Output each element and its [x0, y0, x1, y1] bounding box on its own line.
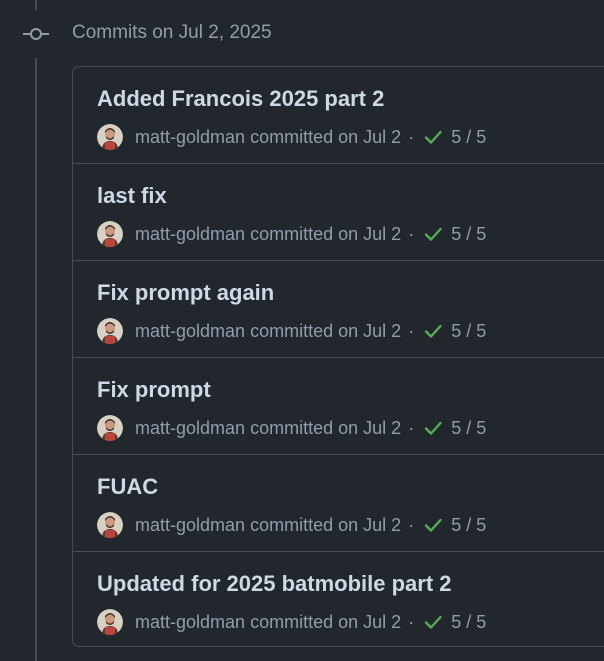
commit-title-link[interactable]: last fix	[97, 183, 167, 209]
commit-group-header: Commits on Jul 2, 2025	[72, 22, 272, 43]
commit-meta: matt-goldman committed on Jul 2 · 5 / 5	[97, 512, 486, 538]
timeline-line	[35, 58, 37, 661]
user-avatar-icon	[97, 609, 123, 635]
commit-action-text: committed	[250, 417, 334, 438]
check-icon[interactable]	[423, 224, 443, 244]
avatar[interactable]	[97, 415, 123, 441]
commit-title-link[interactable]: Added Francois 2025 part 2	[97, 86, 384, 112]
user-avatar-icon	[97, 124, 123, 150]
user-avatar-icon	[97, 221, 123, 247]
commit-author-link[interactable]: matt-goldman	[135, 127, 245, 148]
commit-date: on Jul 2	[338, 126, 402, 147]
checks-status-count[interactable]: 5 / 5	[451, 321, 486, 342]
commit-author-link[interactable]: matt-goldman	[135, 321, 245, 342]
commit-action-text: committed	[250, 514, 334, 535]
commit-row: Added Francois 2025 part 2 matt-goldman …	[73, 67, 604, 164]
commit-action-text: committed	[250, 126, 334, 147]
user-avatar-icon	[97, 512, 123, 538]
avatar[interactable]	[97, 124, 123, 150]
commit-date: on Jul 2	[338, 514, 402, 535]
user-avatar-icon	[97, 318, 123, 344]
commit-meta: matt-goldman committed on Jul 2 · 5 / 5	[97, 318, 486, 344]
avatar[interactable]	[97, 318, 123, 344]
meta-separator: ·	[408, 126, 415, 147]
check-icon[interactable]	[423, 418, 443, 438]
commit-title-link[interactable]: Fix prompt again	[97, 280, 274, 306]
commits-page: Commits on Jul 2, 2025 Added Francois 20…	[0, 0, 604, 661]
check-icon[interactable]	[423, 612, 443, 632]
check-icon[interactable]	[423, 321, 443, 341]
checks-status-count[interactable]: 5 / 5	[451, 418, 486, 439]
checks-status-count[interactable]: 5 / 5	[451, 612, 486, 633]
commit-title-link[interactable]: Fix prompt	[97, 377, 211, 403]
commit-meta: matt-goldman committed on Jul 2 · 5 / 5	[97, 609, 486, 635]
commit-author-link[interactable]: matt-goldman	[135, 418, 245, 439]
commit-author-link[interactable]: matt-goldman	[135, 224, 245, 245]
avatar[interactable]	[97, 609, 123, 635]
commit-meta: matt-goldman committed on Jul 2 · 5 / 5	[97, 415, 486, 441]
git-commit-icon	[23, 28, 49, 40]
commit-title-link[interactable]: FUAC	[97, 474, 158, 500]
commit-action-text: committed	[250, 223, 334, 244]
commit-date: on Jul 2	[338, 223, 402, 244]
commit-list: Added Francois 2025 part 2 matt-goldman …	[72, 66, 604, 647]
commit-date: on Jul 2	[338, 417, 402, 438]
check-icon[interactable]	[423, 127, 443, 147]
meta-separator: ·	[408, 417, 415, 438]
commit-meta: matt-goldman committed on Jul 2 · 5 / 5	[97, 124, 486, 150]
avatar[interactable]	[97, 512, 123, 538]
meta-separator: ·	[408, 223, 415, 244]
commit-row: last fix matt-goldman committed on Jul 2…	[73, 164, 604, 261]
timeline-line	[35, 0, 37, 10]
user-avatar-icon	[97, 415, 123, 441]
commit-meta: matt-goldman committed on Jul 2 · 5 / 5	[97, 221, 486, 247]
commit-row: Fix prompt matt-goldman committed on Jul…	[73, 358, 604, 455]
meta-separator: ·	[408, 611, 415, 632]
commit-row: Updated for 2025 batmobile part 2 matt-g…	[73, 552, 604, 646]
checks-status-count[interactable]: 5 / 5	[451, 515, 486, 536]
commit-title-link[interactable]: Updated for 2025 batmobile part 2	[97, 571, 452, 597]
commit-author-link[interactable]: matt-goldman	[135, 612, 245, 633]
commit-date: on Jul 2	[338, 320, 402, 341]
commit-row: FUAC matt-goldman committed on Jul 2 · 5…	[73, 455, 604, 552]
commit-author-link[interactable]: matt-goldman	[135, 515, 245, 536]
check-icon[interactable]	[423, 515, 443, 535]
checks-status-count[interactable]: 5 / 5	[451, 224, 486, 245]
commit-row: Fix prompt again matt-goldman committed …	[73, 261, 604, 358]
avatar[interactable]	[97, 221, 123, 247]
commit-date: on Jul 2	[338, 611, 402, 632]
meta-separator: ·	[408, 514, 415, 535]
commit-action-text: committed	[250, 320, 334, 341]
commit-action-text: committed	[250, 611, 334, 632]
checks-status-count[interactable]: 5 / 5	[451, 127, 486, 148]
meta-separator: ·	[408, 320, 415, 341]
